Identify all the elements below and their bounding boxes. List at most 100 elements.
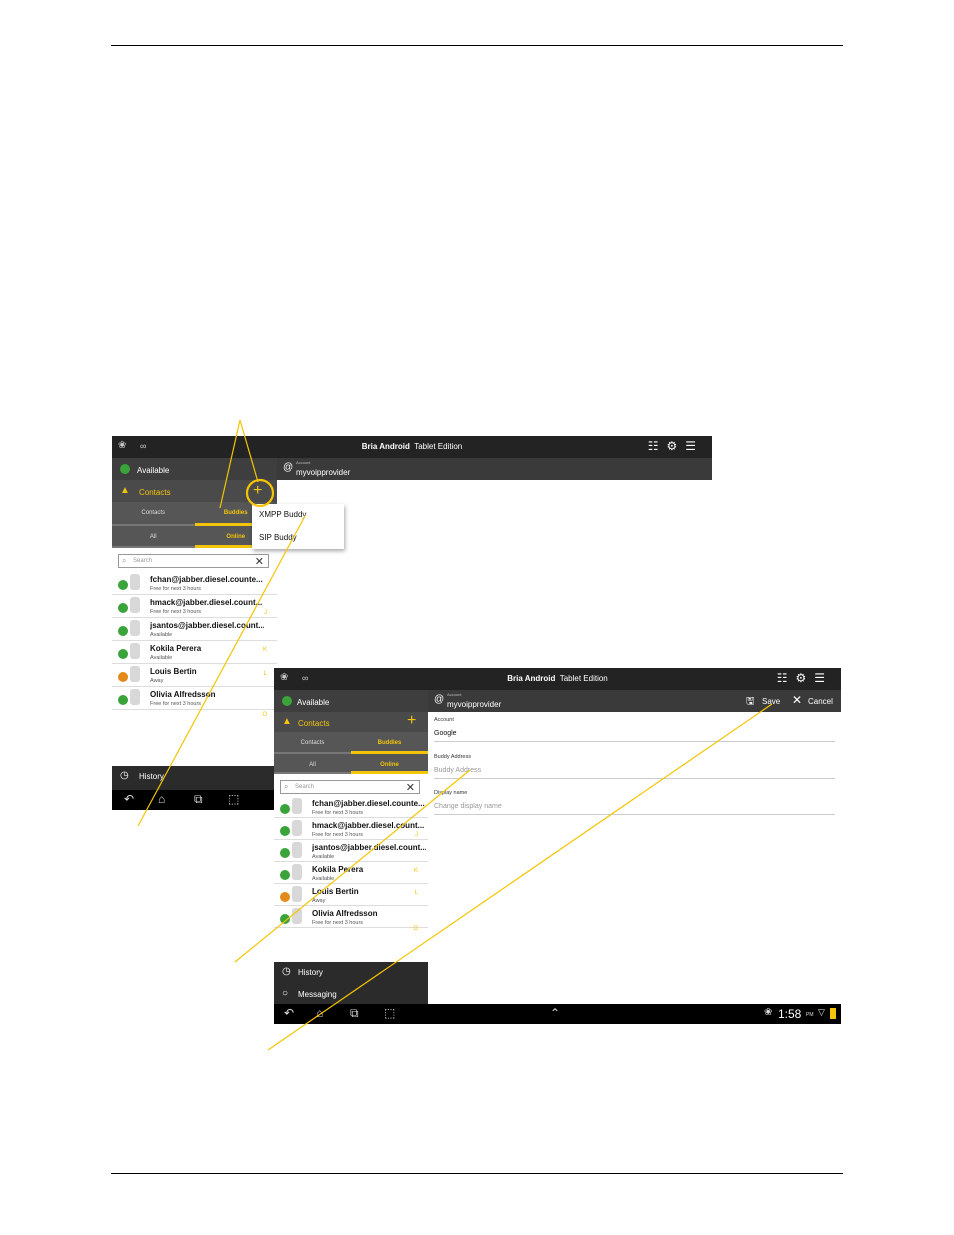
avatar	[292, 864, 302, 880]
menu-item-sip-buddy[interactable]: SIP Buddy	[259, 533, 297, 542]
menu-item-xmpp-buddy[interactable]: XMPP Buddy	[259, 510, 306, 519]
add-icon[interactable]: +	[253, 482, 262, 500]
presence-row[interactable]: Available	[112, 458, 277, 480]
available-icon	[118, 626, 128, 636]
clear-icon[interactable]: ✕	[255, 555, 264, 568]
list-item[interactable]: hmack@jabber.diesel.count... Free for nex…	[274, 818, 428, 840]
account-small-label: Account	[447, 692, 462, 697]
index-letter[interactable]: J	[415, 832, 418, 838]
save-button[interactable]: Save	[762, 697, 780, 706]
available-icon	[282, 696, 292, 706]
buddy-name: jsantos@jabber.diesel.count...	[312, 843, 426, 852]
home-icon[interactable]: ⌂	[316, 1006, 323, 1020]
back-icon[interactable]: ↶	[124, 792, 134, 806]
messaging-label[interactable]: Messaging	[298, 990, 337, 999]
dialpad-icon[interactable]: ☷	[777, 671, 796, 685]
buddy-name: Olivia Alfredsson	[312, 909, 378, 918]
list-item[interactable]: jsantos@jabber.diesel.count... Available	[274, 840, 428, 862]
screenshot-add-buddy-form: ❀ ∞ Bria Android Tablet Edition ☷⚙☰ Avai…	[274, 668, 841, 1024]
contacts-row[interactable]: ▲ Contacts +	[274, 712, 428, 732]
buddy-list: fchan@jabber.diesel.counte... Free for ne…	[112, 572, 277, 762]
menu-icon[interactable]: ☰	[685, 439, 704, 453]
recent-apps-icon[interactable]: ⧉	[194, 792, 203, 807]
footer-rule	[111, 1173, 843, 1174]
tab-contacts[interactable]: Contacts	[274, 732, 351, 754]
available-icon	[280, 804, 290, 814]
index-letter[interactable]: O	[262, 712, 267, 718]
tab-all[interactable]: All	[274, 754, 351, 774]
person-icon: ▲	[120, 485, 130, 496]
away-icon	[118, 672, 128, 682]
dialpad-icon[interactable]: ☷	[648, 439, 667, 453]
list-item[interactable]: Kokila Perera Available	[112, 641, 277, 664]
system-nav-bar: ↶ ⌂ ⧉ ⬚	[112, 790, 277, 810]
available-icon	[118, 649, 128, 659]
history-label[interactable]: History	[139, 772, 164, 781]
list-item[interactable]: hmack@jabber.diesel.count... Free for nex…	[112, 595, 277, 618]
tab-all[interactable]: All	[112, 526, 195, 548]
index-letter[interactable]: K	[414, 868, 418, 874]
home-icon[interactable]: ⌂	[158, 792, 165, 806]
index-letter[interactable]: J	[264, 610, 267, 616]
clock-icon: ◷	[282, 966, 291, 977]
right-panel: @ Account myvoipprovider 🖫 Save ✕ Cancel…	[428, 690, 841, 1004]
index-letter[interactable]: L	[415, 890, 418, 896]
app-name: Bria Android	[507, 674, 556, 683]
gear-icon[interactable]: ⚙	[795, 671, 814, 685]
tab-contacts[interactable]: Contacts	[112, 502, 195, 526]
tab-buddies[interactable]: Buddies	[351, 732, 428, 754]
presence-row[interactable]: Available	[274, 690, 428, 712]
recent-apps-icon[interactable]: ⧉	[350, 1006, 359, 1021]
search-placeholder: Search	[133, 558, 153, 564]
filter-tabs: All Online	[274, 754, 428, 774]
menu-icon[interactable]: ☰	[814, 671, 833, 685]
avatar	[292, 820, 302, 836]
buddy-name: hmack@jabber.diesel.count...	[150, 598, 263, 607]
account-header: @ Account myvoipprovider 🖫 Save ✕ Cancel	[428, 690, 841, 712]
avatar	[130, 620, 140, 636]
buddy-status: Available	[150, 632, 173, 638]
chevron-up-icon[interactable]: ⌃	[550, 1006, 560, 1020]
account-select[interactable]: Google	[434, 728, 835, 742]
list-item[interactable]: Olivia Alfredsson Free for next 3 hours	[274, 906, 428, 928]
tab-online[interactable]: Online	[351, 754, 428, 774]
list-item[interactable]: Kokila Perera Available	[274, 862, 428, 884]
search-input[interactable]: ⌕ Search ✕	[280, 780, 420, 794]
contacts-row[interactable]: ▲ Contacts +	[112, 480, 277, 502]
app-name: Bria Android	[361, 442, 410, 451]
add-icon[interactable]: +	[407, 712, 416, 730]
clock-time: 1:58	[778, 1007, 802, 1021]
gear-icon[interactable]: ⚙	[666, 439, 685, 453]
avatar	[130, 689, 140, 705]
account-field-label: Account	[434, 717, 454, 723]
list-item[interactable]: Louis Bertin Away	[112, 664, 277, 687]
avatar	[130, 643, 140, 659]
back-icon[interactable]: ↶	[284, 1006, 294, 1020]
buddy-status: Free for next 3 hours	[312, 832, 364, 838]
index-letter[interactable]: O	[413, 926, 418, 932]
contacts-label: Contacts	[139, 488, 171, 497]
list-item[interactable]: Olivia Alfredsson Free for next 3 hours	[112, 687, 277, 710]
index-letter[interactable]: K	[263, 647, 267, 653]
buddy-name: fchan@jabber.diesel.counte...	[312, 799, 425, 808]
search-input[interactable]: ⌕ Search ✕	[118, 554, 269, 568]
list-item[interactable]: Louis Bertin Away	[274, 884, 428, 906]
list-item[interactable]: fchan@jabber.diesel.counte... Free for ne…	[112, 572, 277, 595]
available-icon	[280, 826, 290, 836]
available-icon	[120, 464, 130, 474]
list-item[interactable]: jsantos@jabber.diesel.count... Available	[112, 618, 277, 641]
chat-bubble-icon: ○	[282, 988, 289, 999]
list-item[interactable]: fchan@jabber.diesel.counte... Free for ne…	[274, 796, 428, 818]
clock-ampm: PM	[806, 1012, 814, 1018]
screenshot-icon[interactable]: ⬚	[228, 792, 239, 806]
screenshot-icon[interactable]: ⬚	[384, 1006, 395, 1020]
clear-icon[interactable]: ✕	[406, 781, 415, 794]
index-letter[interactable]: L	[264, 671, 267, 677]
cancel-button[interactable]: Cancel	[808, 697, 833, 706]
display-name-input[interactable]: Change display name	[434, 801, 835, 815]
display-name-label: Display name	[434, 790, 468, 796]
toolbar-icons: ☷⚙☰	[777, 671, 833, 685]
history-label[interactable]: History	[298, 968, 323, 977]
buddy-name: jsantos@jabber.diesel.count...	[150, 621, 264, 630]
buddy-address-input[interactable]: Buddy Address	[434, 765, 835, 779]
